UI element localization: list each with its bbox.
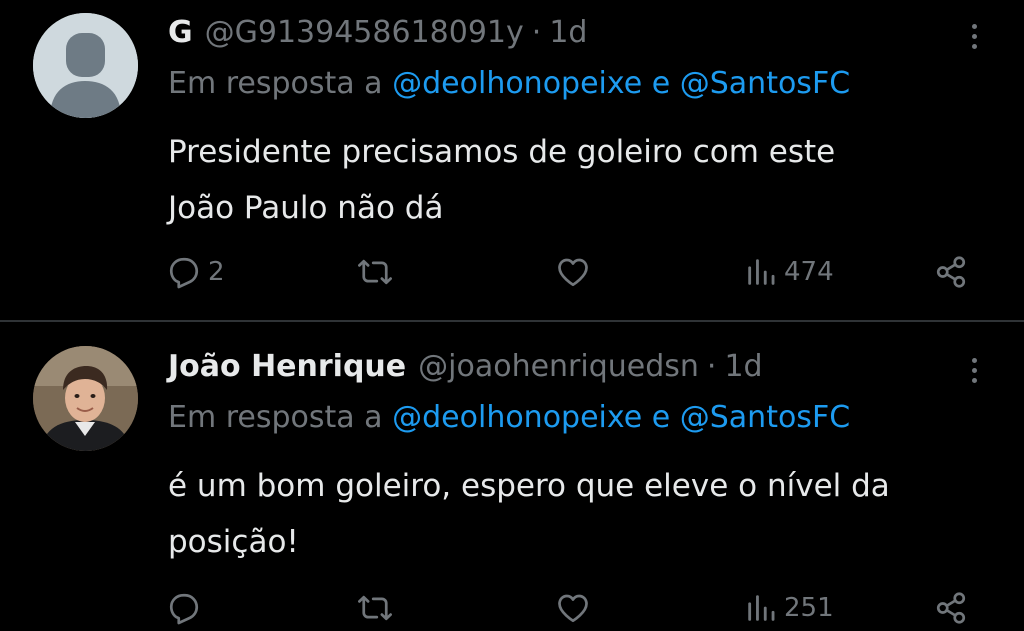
user-handle[interactable]: @joaohenriquedsn	[418, 349, 699, 384]
tweet[interactable]: João Henrique @joaohenriquedsn · 1d Em r…	[0, 322, 1024, 631]
share-button[interactable]	[932, 586, 970, 630]
tweet-header: João Henrique @joaohenriquedsn · 1d	[168, 344, 964, 388]
repost-button[interactable]	[356, 586, 394, 630]
like-icon	[558, 258, 588, 287]
avatar[interactable]	[33, 13, 138, 118]
reply-prefix: Em resposta a	[168, 66, 383, 101]
reply-context: Em resposta a @deolhonopeixe e @SantosFC	[168, 66, 1004, 110]
views-button[interactable]: 251	[744, 586, 834, 630]
timestamp[interactable]: 1d	[549, 15, 587, 50]
avatar[interactable]	[33, 346, 138, 451]
repost-icon	[358, 259, 392, 285]
more-vertical-icon[interactable]	[964, 14, 984, 58]
like-button[interactable]	[554, 250, 592, 294]
like-button[interactable]	[554, 586, 592, 630]
separator-dot: ·	[531, 14, 542, 50]
reply-context: Em resposta a @deolhonopeixe e @SantosFC	[168, 400, 1004, 444]
tweet-text-line: posição!	[168, 524, 299, 560]
tweet[interactable]: G @G9139458618091y · 1d Em resposta a @d…	[0, 0, 1024, 320]
reply-count: 2	[208, 257, 225, 287]
default-avatar-icon	[33, 13, 138, 118]
like-icon	[558, 594, 588, 623]
reply-button[interactable]	[166, 586, 202, 630]
views-count: 251	[784, 593, 834, 623]
repost-icon	[358, 595, 392, 621]
tweet-header: G @G9139458618091y · 1d	[168, 10, 964, 54]
mention-link[interactable]: @deolhonopeixe	[392, 66, 642, 101]
mention-link[interactable]: @SantosFC	[680, 66, 850, 101]
mention-joiner: e	[651, 400, 671, 435]
reply-button[interactable]: 2	[166, 250, 225, 294]
profile-photo-icon	[33, 346, 138, 451]
tweet-text-line: João Paulo não dá	[168, 190, 444, 226]
display-name[interactable]: João Henrique	[168, 349, 406, 384]
tweet-text-line: é um bom goleiro, espero que eleve o nív…	[168, 468, 890, 504]
timestamp[interactable]: 1d	[724, 349, 762, 384]
reply-icon	[169, 593, 199, 625]
views-count: 474	[784, 257, 834, 287]
reply-icon	[169, 257, 199, 289]
tweet-text: é um bom goleiro, espero que eleve o nív…	[168, 458, 994, 570]
share-button[interactable]	[932, 250, 970, 294]
share-icon	[936, 592, 966, 624]
share-icon	[936, 256, 966, 288]
action-bar: 251	[160, 586, 990, 630]
views-icon	[748, 259, 775, 285]
more-vertical-icon[interactable]	[964, 348, 984, 392]
user-handle[interactable]: @G9139458618091y	[205, 15, 524, 50]
tweet-text-line: Presidente precisamos de goleiro com est…	[168, 134, 836, 170]
mention-joiner: e	[651, 66, 671, 101]
repost-button[interactable]	[356, 250, 394, 294]
views-button[interactable]: 474	[744, 250, 834, 294]
separator-dot: ·	[706, 348, 717, 384]
display-name[interactable]: G	[168, 15, 193, 50]
action-bar: 2 474	[160, 250, 990, 294]
views-icon	[748, 595, 775, 621]
tweet-text: Presidente precisamos de goleiro com est…	[168, 124, 994, 236]
reply-prefix: Em resposta a	[168, 400, 383, 435]
mention-link[interactable]: @deolhonopeixe	[392, 400, 642, 435]
mention-link[interactable]: @SantosFC	[680, 400, 850, 435]
